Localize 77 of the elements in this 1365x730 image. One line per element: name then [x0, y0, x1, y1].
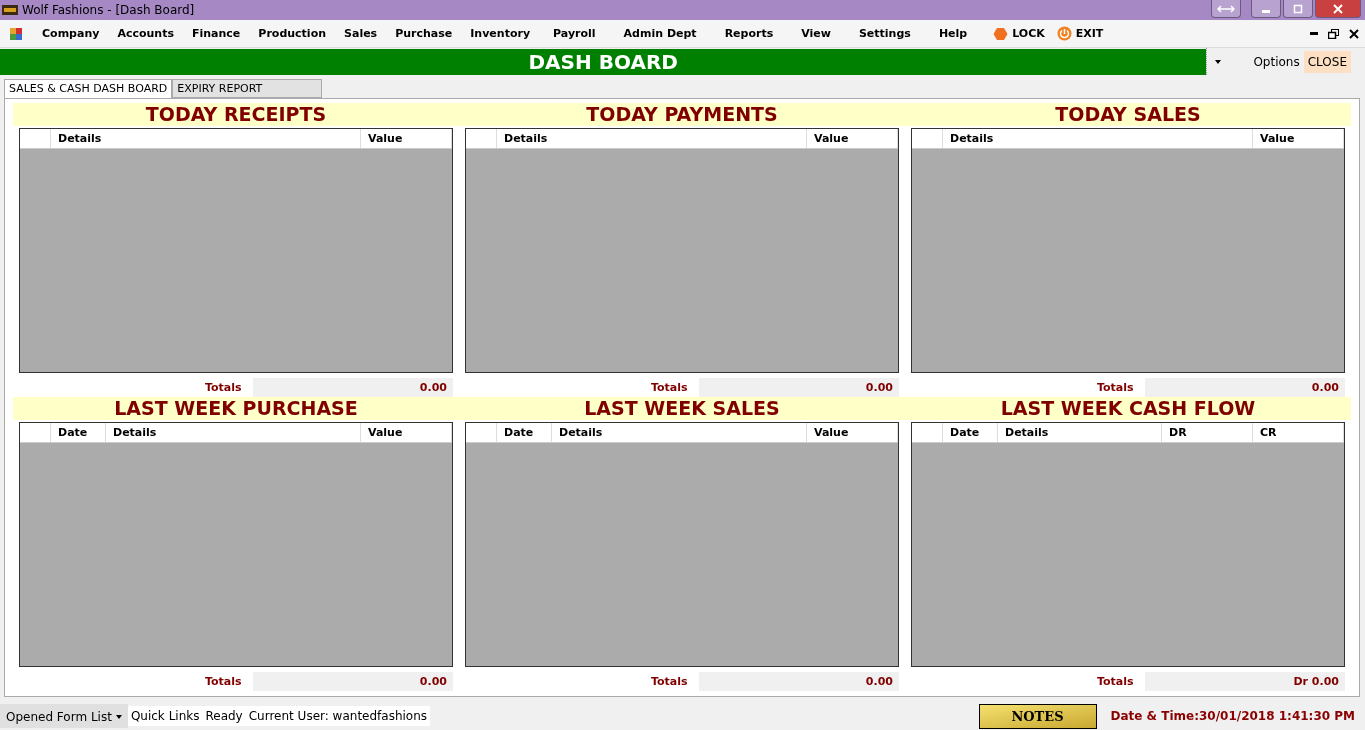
totals-label: Totals: [1097, 675, 1135, 688]
menu-item[interactable]: Accounts: [108, 27, 183, 40]
totals-label: Totals: [205, 381, 243, 394]
hexagon-icon: [993, 26, 1009, 41]
panel-title: LAST WEEK CASH FLOW: [905, 397, 1351, 420]
quick-links-button[interactable]: Quick Links: [127, 706, 203, 726]
column-header[interactable]: Date: [51, 423, 106, 442]
totals-label: Totals: [1097, 381, 1135, 394]
lock-menu-item[interactable]: LOCK: [993, 26, 1045, 41]
totals-label: Totals: [205, 675, 243, 688]
current-user-text: Current User: wantedfashions: [245, 706, 431, 726]
window-title: Wolf Fashions - [Dash Board]: [22, 3, 195, 17]
opened-form-list-dropdown[interactable]: Opened Form List: [0, 704, 128, 728]
status-text: Ready: [202, 706, 246, 726]
panel-title: TODAY RECEIPTS: [13, 103, 459, 126]
menu-item[interactable]: Payroll: [539, 27, 610, 40]
minimize-icon: [1262, 10, 1270, 13]
panel-title: TODAY PAYMENTS: [459, 103, 905, 126]
menu-item[interactable]: Settings: [844, 27, 925, 40]
app-menu-icon[interactable]: [9, 26, 23, 41]
menu-item[interactable]: Finance: [183, 27, 250, 40]
date-time-text: Date & Time:30/01/2018 1:41:30 PM: [1110, 709, 1355, 723]
panel-title: TODAY SALES: [905, 103, 1351, 126]
column-header[interactable]: Details: [552, 423, 807, 442]
dropdown-arrow-icon: [115, 715, 122, 719]
tab[interactable]: EXPIRY REPORT: [172, 79, 323, 98]
notes-button[interactable]: NOTES: [978, 703, 1097, 729]
column-header[interactable]: Details: [51, 129, 361, 148]
column-header[interactable]: Value: [361, 129, 452, 148]
panel-title: LAST WEEK SALES: [459, 397, 905, 420]
minimize-button[interactable]: [1251, 0, 1281, 18]
column-header[interactable]: Date: [943, 423, 998, 442]
column-header[interactable]: Value: [361, 423, 452, 442]
close-button[interactable]: [1315, 0, 1361, 18]
menu-item[interactable]: Help: [924, 27, 982, 40]
menu-item[interactable]: Reports: [710, 27, 788, 40]
tab[interactable]: SALES & CASH DASH BOARD: [4, 79, 173, 98]
column-header[interactable]: Value: [807, 129, 898, 148]
menu-item[interactable]: Sales: [335, 27, 387, 40]
menu-item[interactable]: Purchase: [386, 27, 462, 40]
menu-item[interactable]: View: [787, 27, 845, 40]
column-header[interactable]: Details: [497, 129, 807, 148]
column-header[interactable]: DR: [1162, 423, 1253, 442]
column-header[interactable]: Details: [943, 129, 1253, 148]
column-header[interactable]: Value: [807, 423, 898, 442]
maximize-icon: [1293, 3, 1303, 14]
totals-value: 0.00: [253, 672, 453, 691]
menu-item[interactable]: Production: [249, 27, 336, 40]
totals-label: Totals: [651, 381, 689, 394]
restore-icon[interactable]: [1328, 28, 1339, 39]
close-icon[interactable]: [1349, 28, 1359, 39]
double-arrow-icon: [1217, 3, 1235, 14]
dropdown-arrow-icon[interactable]: [1215, 59, 1222, 64]
menu-item[interactable]: Admin Dept: [609, 27, 711, 40]
menu-item[interactable]: Inventory: [461, 27, 540, 40]
close-button[interactable]: CLOSE: [1303, 50, 1351, 73]
resize-button[interactable]: [1211, 0, 1241, 18]
exit-menu-item[interactable]: EXIT: [1056, 26, 1104, 41]
totals-value: 0.00: [1145, 378, 1345, 397]
totals-label: Totals: [651, 675, 689, 688]
totals-value: 0.00: [253, 378, 453, 397]
options-button[interactable]: Options: [1249, 54, 1304, 69]
dashboard-header: DASH BOARD: [0, 49, 1207, 75]
panel-title: LAST WEEK PURCHASE: [13, 397, 459, 420]
column-header[interactable]: Details: [998, 423, 1162, 442]
close-icon: [1333, 3, 1343, 14]
totals-value: 0.00: [699, 378, 899, 397]
app-logo-icon: [2, 5, 18, 15]
column-header[interactable]: CR: [1253, 423, 1344, 442]
column-header[interactable]: Value: [1253, 129, 1344, 148]
maximize-button[interactable]: [1283, 0, 1313, 18]
column-header[interactable]: Date: [497, 423, 552, 442]
column-header[interactable]: Details: [106, 423, 361, 442]
totals-value: Dr 0.00: [1145, 672, 1345, 691]
menu-item[interactable]: Company: [33, 27, 109, 40]
power-icon: [1056, 26, 1072, 41]
totals-value: 0.00: [699, 672, 899, 691]
